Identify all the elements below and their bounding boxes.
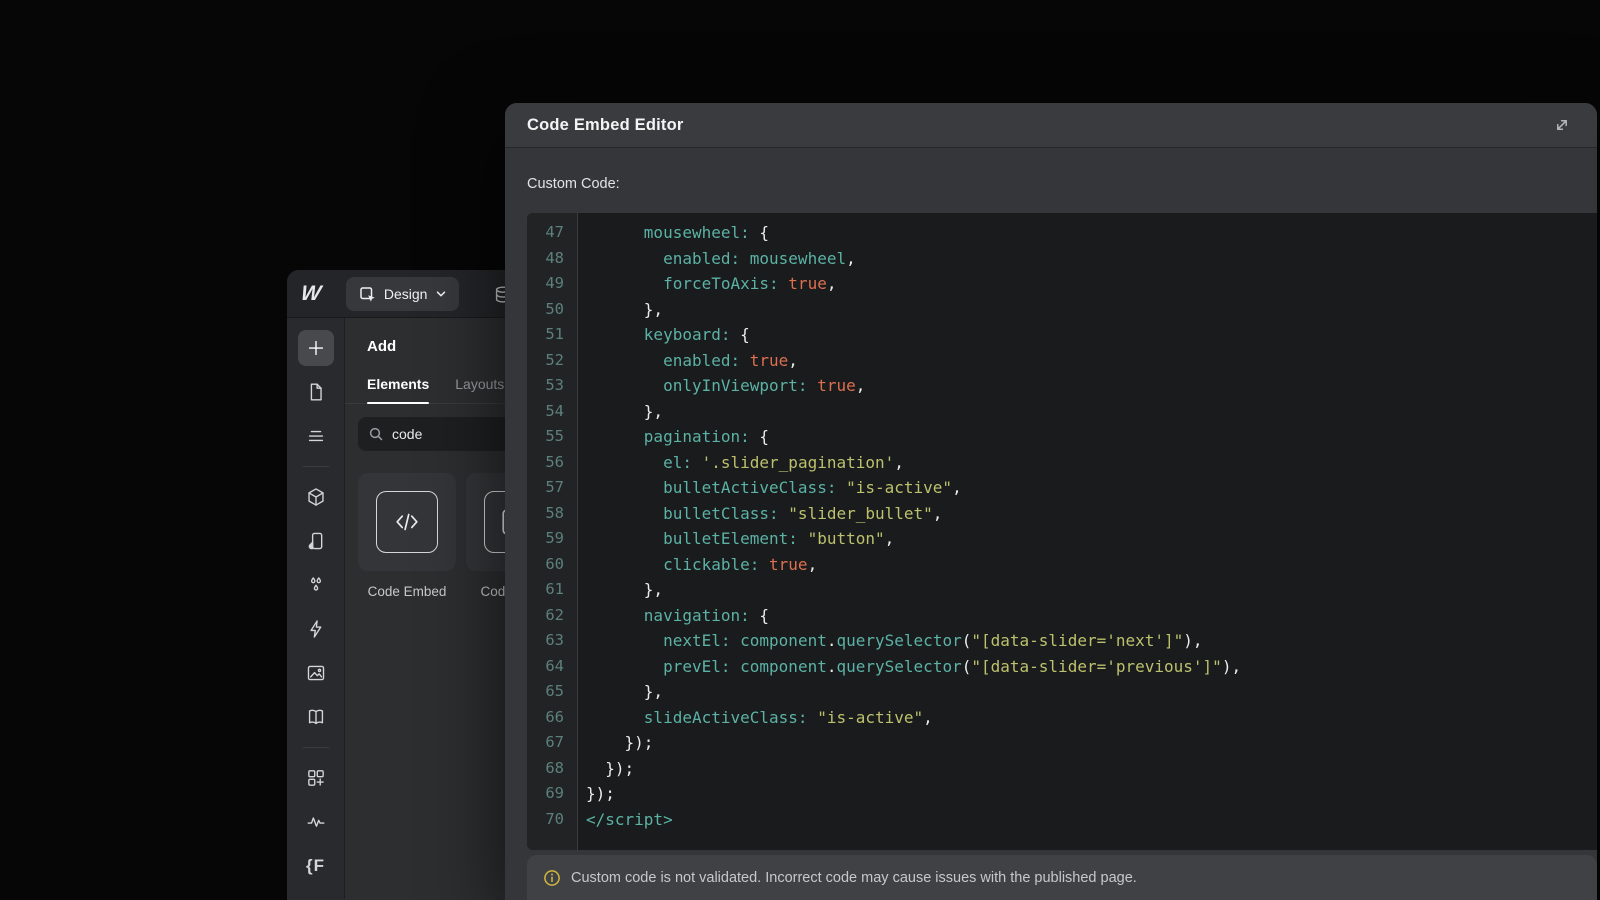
line-number: 59 [527, 526, 577, 552]
code-line: mousewheel: { [586, 220, 1597, 246]
code-line: }, [586, 577, 1597, 603]
sidebar-item-audit[interactable] [298, 804, 334, 840]
editor-code: mousewheel: { enabled: mousewheel, force… [578, 213, 1597, 850]
line-number: 60 [527, 552, 577, 578]
code-line: }); [586, 730, 1597, 756]
sidebar-item-finsweet[interactable]: {F [298, 848, 334, 884]
code-line: enabled: mousewheel, [586, 246, 1597, 272]
modal-title: Code Embed Editor [527, 116, 684, 135]
validation-warning-text: Custom code is not validated. Incorrect … [571, 870, 1137, 886]
apps-icon [305, 767, 327, 789]
line-number: 61 [527, 577, 577, 603]
assets-icon [305, 662, 327, 684]
line-number: 52 [527, 348, 577, 374]
code-line: bulletClass: "slider_bullet", [586, 501, 1597, 527]
sidebar-item-apps[interactable] [298, 760, 334, 796]
line-number: 62 [527, 603, 577, 629]
code-embed-icon [376, 491, 438, 553]
interactions-icon [305, 618, 327, 640]
element-card-code-embed[interactable]: Code Embed [358, 473, 456, 599]
sidebar-item-add[interactable] [298, 330, 334, 366]
line-number: 50 [527, 297, 577, 323]
line-number: 57 [527, 475, 577, 501]
code-line: onlyInViewport: true, [586, 373, 1597, 399]
webflow-logo-icon[interactable]: W [299, 282, 321, 306]
code-line: navigation: { [586, 603, 1597, 629]
code-line: }); [586, 756, 1597, 782]
sidebar-item-navigator[interactable] [298, 418, 334, 454]
navigator-icon [305, 425, 327, 447]
toolbar-divider [303, 747, 329, 748]
line-number: 64 [527, 654, 577, 680]
line-number: 65 [527, 679, 577, 705]
line-number: 53 [527, 373, 577, 399]
custom-code-label: Custom Code: [527, 176, 1597, 196]
code-line: }); [586, 781, 1597, 807]
code-line: }, [586, 399, 1597, 425]
line-number: 51 [527, 322, 577, 348]
code-line: prevEl: component.querySelector("[data-s… [586, 654, 1597, 680]
line-number: 48 [527, 246, 577, 272]
validation-warning-bar: Custom code is not validated. Incorrect … [527, 855, 1597, 900]
editor-gutter: 4748495051525354555657585960616263646566… [527, 213, 578, 850]
line-number: 49 [527, 271, 577, 297]
code-embed-tile [358, 473, 456, 571]
line-number: 70 [527, 807, 577, 833]
modal-header: Code Embed Editor [505, 103, 1597, 148]
code-line: }, [586, 297, 1597, 323]
guides-icon [305, 706, 327, 728]
info-icon [543, 869, 561, 887]
tab-elements[interactable]: Elements [367, 376, 429, 403]
code-embed-label: Code Embed [368, 584, 447, 599]
toolbar-divider [303, 466, 329, 467]
sidebar-item-components[interactable] [298, 479, 334, 515]
variables-icon [305, 574, 327, 596]
audit-icon [305, 811, 327, 833]
line-number: 54 [527, 399, 577, 425]
code-line: forceToAxis: true, [586, 271, 1597, 297]
sidebar-item-guides[interactable] [298, 699, 334, 735]
line-number: 68 [527, 756, 577, 782]
left-toolbar: {F [287, 318, 345, 899]
chevron-down-icon [435, 288, 447, 300]
line-number: 58 [527, 501, 577, 527]
code-line: slideActiveClass: "is-active", [586, 705, 1597, 731]
code-line: enabled: true, [586, 348, 1597, 374]
code-embed-editor-modal: Code Embed Editor Custom Code: 474849505… [505, 103, 1597, 900]
sidebar-item-assets[interactable] [298, 655, 334, 691]
code-line: nextEl: component.querySelector("[data-s… [586, 628, 1597, 654]
components-icon [305, 486, 327, 508]
add-icon [305, 337, 327, 359]
line-number: 66 [527, 705, 577, 731]
libraries-icon [305, 530, 327, 552]
code-editor[interactable]: 4748495051525354555657585960616263646566… [527, 213, 1597, 850]
sidebar-item-interactions[interactable] [298, 611, 334, 647]
code-line: bulletElement: "button", [586, 526, 1597, 552]
design-mode-icon [358, 285, 376, 303]
expand-icon[interactable] [1553, 116, 1571, 134]
code-line: el: '.slider_pagination', [586, 450, 1597, 476]
code-line: </script> [586, 807, 1597, 833]
line-number: 55 [527, 424, 577, 450]
code-line: pagination: { [586, 424, 1597, 450]
code-line: bulletActiveClass: "is-active", [586, 475, 1597, 501]
code-line: }, [586, 679, 1597, 705]
line-number: 67 [527, 730, 577, 756]
line-number: 69 [527, 781, 577, 807]
sidebar-item-libraries[interactable] [298, 523, 334, 559]
code-line: keyboard: { [586, 322, 1597, 348]
design-mode-label: Design [384, 286, 428, 302]
line-number: 47 [527, 220, 577, 246]
pages-icon [305, 381, 327, 403]
line-number: 63 [527, 628, 577, 654]
finsweet-icon: {F [306, 856, 325, 876]
line-number: 56 [527, 450, 577, 476]
sidebar-item-variables[interactable] [298, 567, 334, 603]
sidebar-item-pages[interactable] [298, 374, 334, 410]
search-icon [368, 426, 384, 442]
tab-layouts[interactable]: Layouts [455, 376, 504, 403]
code-line: clickable: true, [586, 552, 1597, 578]
design-mode-button[interactable]: Design [346, 277, 460, 311]
